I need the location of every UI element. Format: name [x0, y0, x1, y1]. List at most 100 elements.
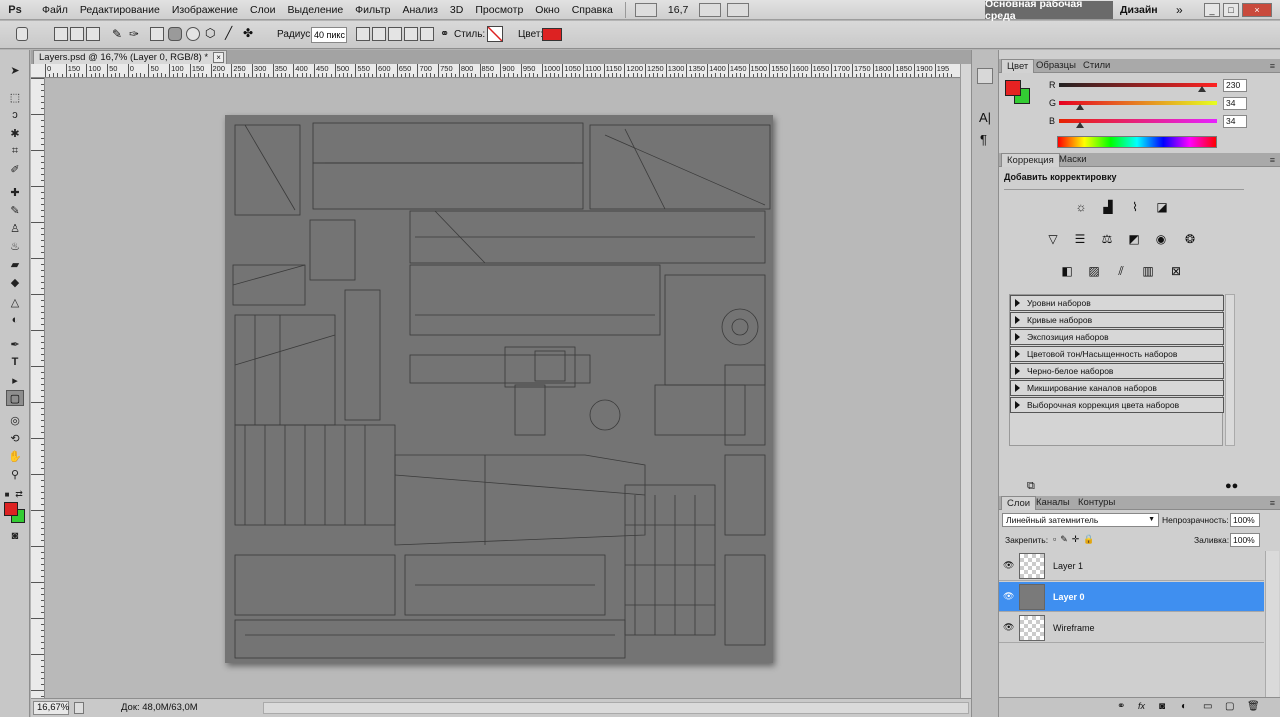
brush-tool-icon[interactable]: ✎	[6, 202, 24, 218]
subtract-shape-icon[interactable]	[388, 27, 402, 41]
rectangle-shape-icon[interactable]	[150, 27, 164, 41]
trash-icon[interactable]: 🗑	[1247, 701, 1260, 712]
exclude-shape-icon[interactable]	[420, 27, 434, 41]
type-tool-icon[interactable]: T	[6, 354, 24, 370]
g-value-field[interactable]: 34	[1223, 97, 1247, 110]
threshold-icon[interactable]: ⫽	[1112, 263, 1130, 279]
new-adjustment-layer-icon[interactable]: ◐	[1181, 701, 1187, 712]
marquee-tool-icon[interactable]: ⬚	[6, 89, 24, 105]
document-canvas[interactable]	[225, 115, 773, 663]
menu-3d[interactable]: 3D	[444, 0, 469, 20]
3d-rotate-tool-icon[interactable]: ◎	[6, 412, 24, 428]
tab-channels[interactable]: Каналы	[1031, 496, 1075, 510]
r-slider-thumb[interactable]	[1197, 86, 1206, 92]
history-panel-icon[interactable]	[977, 68, 993, 84]
opacity-field[interactable]: 100%	[1230, 513, 1260, 527]
new-group-icon[interactable]: ▭	[1203, 701, 1212, 712]
r-slider[interactable]	[1059, 83, 1217, 87]
ellipse-icon[interactable]	[186, 27, 200, 41]
rounded-rectangle-icon[interactable]	[168, 27, 182, 41]
dodge-tool-icon[interactable]: ◐	[6, 312, 24, 328]
panel-menu-icon[interactable]: ≡	[1270, 61, 1275, 71]
link-layers-icon[interactable]: ⚭	[1117, 701, 1125, 712]
tab-color[interactable]: Цвет	[1001, 59, 1035, 73]
path-select-tool-icon[interactable]: ▸	[6, 372, 24, 388]
status-options-icon[interactable]	[74, 702, 84, 714]
clone-stamp-tool-icon[interactable]: ♙	[6, 220, 24, 236]
quick-select-tool-icon[interactable]: ✱	[6, 125, 24, 141]
invert-icon[interactable]: ◧	[1058, 263, 1076, 279]
swap-colors-icon[interactable]: ⇄	[14, 486, 24, 502]
canvas-area[interactable]	[45, 79, 960, 698]
freeform-pen-icon[interactable]: ✑	[129, 27, 143, 41]
presets-scrollbar[interactable]	[1225, 294, 1235, 446]
g-slider-thumb[interactable]	[1076, 104, 1085, 110]
levels-icon[interactable]: ▟	[1099, 199, 1117, 215]
layer-row[interactable]: 👁 Wireframe	[999, 613, 1264, 643]
clip-to-layer-icon[interactable]: ⧉	[1027, 480, 1035, 493]
brightness-contrast-icon[interactable]: ☼	[1072, 199, 1090, 215]
workspace-more-icon[interactable]: »	[1176, 0, 1183, 20]
vertical-scrollbar[interactable]	[960, 64, 971, 698]
eyedropper-tool-icon[interactable]: ✐	[6, 161, 24, 177]
polygon-icon[interactable]: ⬡	[205, 27, 219, 41]
vibrance-icon[interactable]: ▽	[1044, 231, 1062, 247]
preset-black-white[interactable]: Черно-белое наборов	[1010, 363, 1224, 379]
menu-select[interactable]: Выделение	[282, 0, 350, 20]
color-balance-icon[interactable]: ⚖	[1098, 231, 1116, 247]
radius-input[interactable]	[311, 27, 347, 43]
menu-help[interactable]: Справка	[566, 0, 619, 20]
b-value-field[interactable]: 34	[1223, 115, 1247, 128]
menu-filter[interactable]: Фильтр	[349, 0, 396, 20]
blur-tool-icon[interactable]: △	[6, 294, 24, 310]
layers-scrollbar[interactable]	[1265, 551, 1279, 697]
preset-selective-color[interactable]: Выборочная коррекция цвета наборов	[1010, 397, 1224, 413]
document-tab[interactable]: Layers.psd @ 16,7% (Layer 0, RGB/8) * ×	[33, 50, 228, 64]
minimize-icon[interactable]: _	[1204, 3, 1220, 17]
custom-shape-icon[interactable]: ✤	[243, 27, 257, 41]
paragraph-panel-icon[interactable]: ¶	[980, 132, 987, 147]
quick-mask-icon[interactable]: ◙	[6, 528, 24, 544]
tab-adjustments[interactable]: Коррекция	[1001, 153, 1060, 167]
eraser-tool-icon[interactable]: ▰	[6, 256, 24, 272]
new-shape-layer-icon[interactable]	[356, 27, 370, 41]
shape-color-swatch[interactable]	[542, 28, 562, 41]
style-swatch[interactable]	[487, 26, 503, 42]
hand-tool-icon[interactable]: ✋	[6, 448, 24, 464]
menu-window[interactable]: Окно	[529, 0, 565, 20]
exposure-icon[interactable]: ◪	[1153, 199, 1171, 215]
horizontal-scrollbar[interactable]	[263, 702, 969, 714]
screen-mode-icon[interactable]	[727, 2, 750, 17]
tab-paths[interactable]: Контуры	[1073, 496, 1120, 510]
default-colors-icon[interactable]: ■	[2, 486, 12, 502]
photo-filter-icon[interactable]: ◉	[1152, 231, 1170, 247]
new-layer-icon[interactable]: ▢	[1225, 701, 1234, 712]
posterize-icon[interactable]: ▨	[1085, 263, 1103, 279]
menu-file[interactable]: Файл	[36, 0, 74, 20]
blend-mode-select[interactable]: Линейный затемнитель ▼	[1002, 513, 1159, 527]
r-value-field[interactable]: 230	[1223, 79, 1247, 92]
restore-icon[interactable]: □	[1223, 3, 1239, 17]
preset-hue-saturation[interactable]: Цветовой тон/Насыщенность наборов	[1010, 346, 1224, 362]
menu-image[interactable]: Изображение	[166, 0, 244, 20]
character-panel-icon[interactable]: A|	[979, 110, 991, 125]
black-white-icon[interactable]: ◩	[1125, 231, 1143, 247]
tab-swatches[interactable]: Образцы	[1031, 59, 1081, 73]
tool-preset-icon[interactable]	[16, 27, 28, 41]
b-slider-thumb[interactable]	[1076, 122, 1085, 128]
paths-icon[interactable]	[70, 27, 84, 41]
tab-styles[interactable]: Стили	[1078, 59, 1115, 73]
preset-channel-mixer[interactable]: Микширование каналов наборов	[1010, 380, 1224, 396]
gradient-map-icon[interactable]: ▥	[1139, 263, 1157, 279]
preset-exposure[interactable]: Экспозиция наборов	[1010, 329, 1224, 345]
menu-edit[interactable]: Редактирование	[74, 0, 166, 20]
fill-field[interactable]: 100%	[1230, 533, 1260, 547]
layer-mask-icon[interactable]: ◙	[1159, 701, 1165, 712]
workspace-design-button[interactable]: Дизайн	[1120, 0, 1158, 20]
channel-mixer-icon[interactable]: ❂	[1181, 231, 1199, 247]
preset-levels[interactable]: Уровни наборов	[1010, 295, 1224, 311]
rounded-rectangle-tool-icon[interactable]: ▢	[6, 390, 24, 406]
add-to-shape-icon[interactable]	[372, 27, 386, 41]
menu-view[interactable]: Просмотр	[469, 0, 529, 20]
pen-tool-icon[interactable]: ✒	[6, 336, 24, 352]
